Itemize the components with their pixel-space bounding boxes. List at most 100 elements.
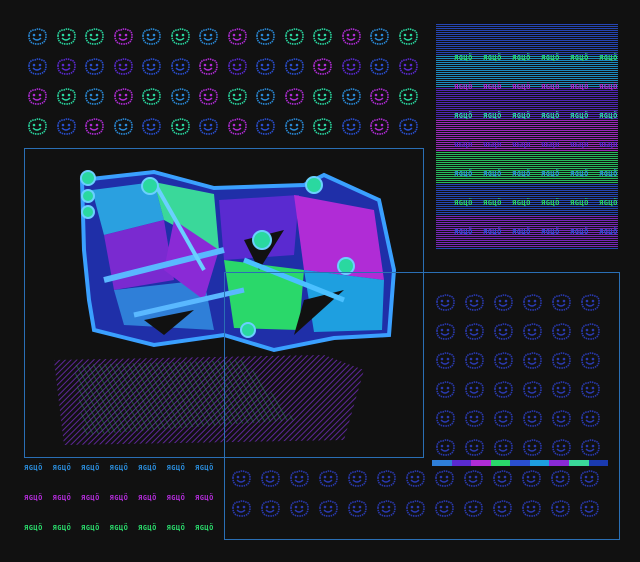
smiley-face-icon <box>346 500 368 518</box>
stripe-line <box>436 160 618 161</box>
tag-label: ЯGЦÖ <box>138 464 157 472</box>
smiley-face-icon <box>434 410 456 428</box>
tag-label: ЯGЦÖ <box>599 199 618 207</box>
stripe-line <box>436 184 618 185</box>
smiley-face-icon <box>492 323 514 341</box>
smiley-face-icon <box>492 352 514 370</box>
stripe-line <box>436 222 618 223</box>
stripe-line <box>436 48 618 49</box>
smiley-face-icon <box>521 294 543 312</box>
smiley-face-icon <box>520 500 542 518</box>
stripe-line <box>436 180 618 181</box>
smiley-face-icon <box>197 28 219 46</box>
stripe-line <box>436 50 618 51</box>
smiley-face-icon <box>368 28 390 46</box>
stripe-line <box>436 218 618 219</box>
smiley-face-icon <box>404 500 426 518</box>
stripe-line <box>436 110 618 111</box>
smiley-face-icon <box>550 352 572 370</box>
smiley-face-icon <box>169 118 191 136</box>
stripe-line <box>436 64 618 65</box>
tag-label: ЯGЦÖ <box>166 524 186 532</box>
stripe-line <box>436 44 618 45</box>
tag-label: ЯGЦÖ <box>195 494 214 502</box>
stripe-line <box>436 128 618 129</box>
stripe-line <box>436 186 618 187</box>
stripe-line <box>436 102 618 103</box>
smiley-face-icon <box>368 88 390 106</box>
tag-label: ЯGЦÖ <box>195 524 214 532</box>
tag-label: ЯGЦÖ <box>570 141 589 149</box>
tag-label: ЯGЦÖ <box>195 464 214 472</box>
smiley-face-icon <box>433 470 455 488</box>
stripe-line <box>436 236 618 237</box>
smiley-face-icon <box>340 118 362 136</box>
stripe-line <box>436 162 618 163</box>
tag-label: ЯGЦÖ <box>138 494 157 502</box>
tag-label: ЯGЦÖ <box>512 112 531 120</box>
stripe-line <box>436 190 618 191</box>
stripe-line <box>436 240 618 241</box>
palette-swatch <box>588 460 609 466</box>
stripe-line <box>436 154 618 155</box>
stripe-line <box>436 68 618 69</box>
stripe-line <box>436 94 618 95</box>
smiley-face-icon <box>311 28 333 46</box>
stripe-line <box>436 74 618 75</box>
smiley-face-icon <box>463 439 485 457</box>
smiley-face-icon <box>197 58 219 76</box>
smiley-face-icon <box>140 118 162 136</box>
stripe-line <box>436 76 618 77</box>
stripe-line <box>436 132 618 133</box>
smiley-face-icon <box>254 58 276 76</box>
smiley-face-icon <box>492 294 514 312</box>
stripe-line <box>436 138 618 139</box>
smiley-face-icon <box>169 28 191 46</box>
stripe-line <box>436 130 618 131</box>
smiley-face-icon <box>283 58 305 76</box>
tag-label: ЯGЦÖ <box>599 141 618 149</box>
stripe-line <box>436 168 618 169</box>
smiley-face-icon <box>140 28 162 46</box>
stripe-line <box>436 42 618 43</box>
stripe-line <box>436 166 618 167</box>
stripe-line <box>436 30 618 31</box>
smiley-face-icon <box>434 381 456 399</box>
smiley-face-icon <box>254 118 276 136</box>
stripe-line <box>436 192 618 193</box>
smiley-face-icon <box>55 58 77 76</box>
tag-label: ЯGЦÖ <box>109 464 129 472</box>
tag-label: ЯGЦÖ <box>512 141 531 149</box>
stripe-line <box>436 220 618 221</box>
tag-label: ЯGЦÖ <box>599 170 618 178</box>
tag-label: ЯGЦÖ <box>599 228 618 236</box>
tag-label: ЯGЦÖ <box>109 524 129 532</box>
smiley-face-icon <box>83 28 105 46</box>
stripe-line <box>436 32 618 33</box>
smiley-face-icon <box>462 500 484 518</box>
smiley-face-icon <box>55 28 77 46</box>
tag-label: ЯGЦÖ <box>454 54 473 62</box>
tag-label: ЯGЦÖ <box>570 83 589 91</box>
smiley-face-icon <box>259 500 281 518</box>
smiley-face-icon <box>26 118 48 136</box>
stripe-line <box>436 120 618 121</box>
tag-label: ЯGЦÖ <box>512 228 531 236</box>
stripe-line <box>436 92 618 93</box>
smiley-face-icon <box>340 88 362 106</box>
smiley-face-icon <box>169 58 191 76</box>
tag-label: ЯGЦÖ <box>81 494 100 502</box>
smiley-face-icon <box>83 88 105 106</box>
stripe-line <box>436 40 618 41</box>
stripe-line <box>436 66 618 67</box>
tag-label: ЯGЦÖ <box>512 199 531 207</box>
smiley-face-icon <box>434 323 456 341</box>
stripe-line <box>436 78 618 79</box>
stripe-line <box>436 96 618 97</box>
palette-swatch <box>510 460 530 466</box>
smiley-face-icon <box>521 352 543 370</box>
tag-label: ЯGЦÖ <box>483 112 502 120</box>
smiley-face-icon <box>26 88 48 106</box>
smiley-face-icon <box>254 88 276 106</box>
stripe-line <box>436 158 618 159</box>
